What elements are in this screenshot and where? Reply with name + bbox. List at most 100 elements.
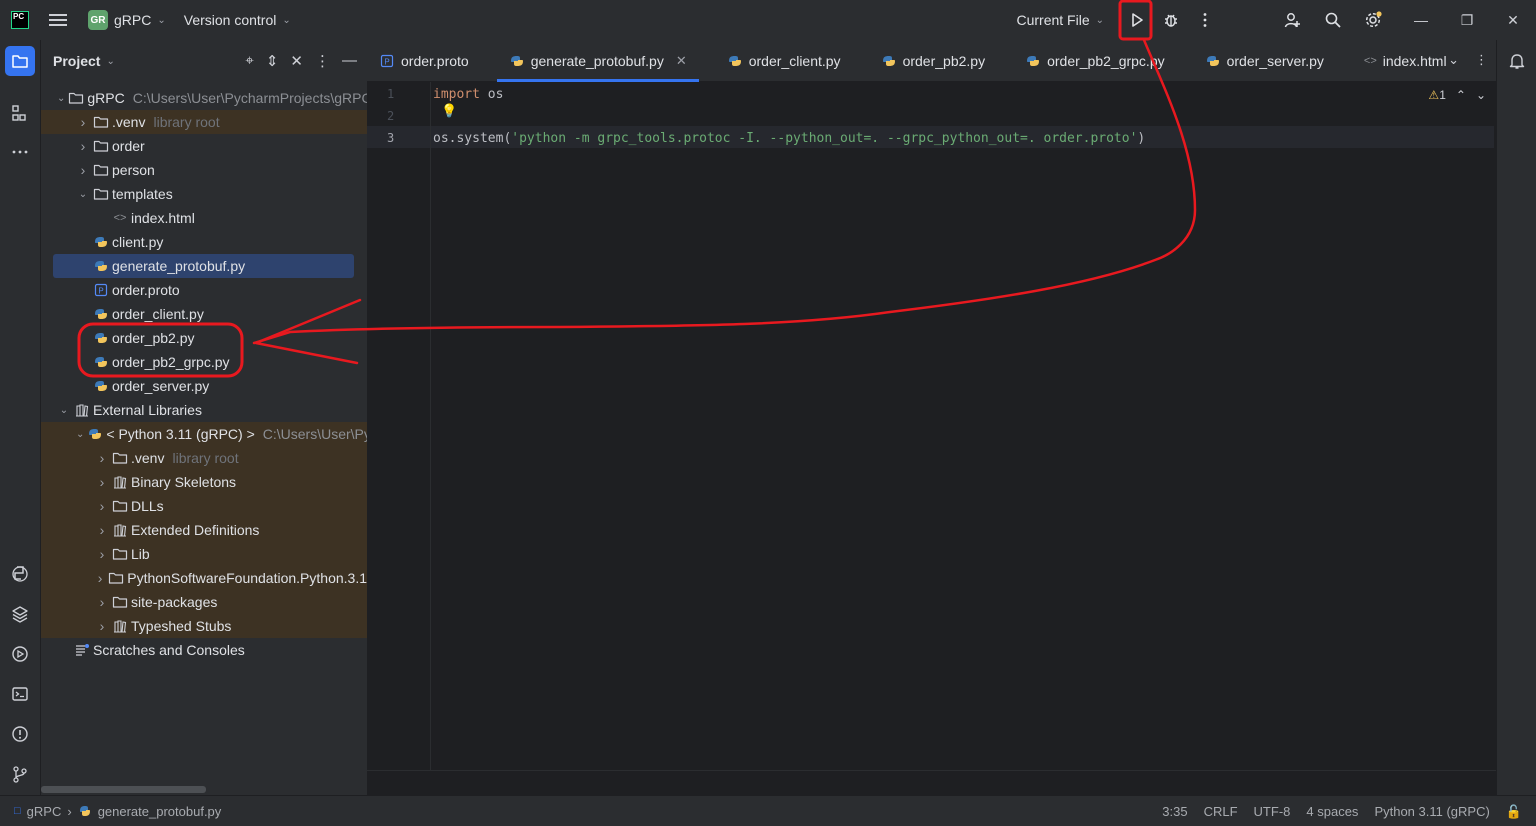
tree-item[interactable]: › Binary Skeletons [41,470,367,494]
git-tool-button[interactable] [5,759,35,789]
hide-panel-icon[interactable]: — [342,52,357,70]
chevron-right-icon[interactable]: › [95,474,109,490]
problems-tool-button[interactable] [5,719,35,749]
services-tool-button[interactable] [5,639,35,669]
horizontal-scrollbar[interactable] [41,786,206,793]
chevron-right-icon[interactable]: › [95,546,109,562]
close-window-button[interactable]: ✕ [1490,0,1536,40]
main-menu-icon[interactable] [49,14,67,26]
tree-item[interactable]: ⌄ External Libraries [41,398,367,422]
tree-item[interactable]: ⌄ gRPC C:\Users\User\PycharmProjects\gRPC [41,86,367,110]
editor-tab[interactable]: order_server.py [1193,40,1336,82]
python-packages-button[interactable] [5,599,35,629]
close-tab-icon[interactable]: ✕ [676,53,687,69]
tree-item[interactable]: ⌄ templates [41,182,367,206]
run-button[interactable] [1120,3,1154,37]
chevron-down-icon[interactable]: ⌄ [1448,52,1459,68]
tree-item[interactable]: order_pb2_grpc.py [41,350,367,374]
lock-icon[interactable]: 🔓 [1506,804,1522,820]
more-icon[interactable]: ⋮ [1475,52,1488,68]
chevron-right-icon[interactable]: › [95,522,109,538]
tree-item[interactable]: order_pb2.py [41,326,367,350]
project-switcher[interactable]: GR gRPC ⌄ [88,10,166,30]
tree-item[interactable]: Scratches and Consoles [41,638,367,662]
caret-position[interactable]: 3:35 [1162,804,1187,819]
locate-file-icon[interactable]: ⌖ [245,52,253,70]
expand-collapse-icon[interactable]: ⇕ [266,52,279,70]
debug-button[interactable] [1154,3,1188,37]
terminal-tool-button[interactable] [5,679,35,709]
tree-item[interactable]: › Lib [41,542,367,566]
chevron-right-icon[interactable]: › [95,450,109,466]
chevron-right-icon[interactable]: › [95,618,109,634]
more-actions-button[interactable] [1188,3,1222,37]
debug-icon [1165,14,1177,27]
options-icon[interactable]: ⋮ [315,52,330,70]
tree-item[interactable]: › .venv library root [41,110,367,134]
pycharm-logo-icon[interactable]: PC [11,11,29,29]
python-interpreter[interactable]: Python 3.11 (gRPC) [1374,804,1489,819]
tree-item[interactable]: client.py [41,230,367,254]
chevron-down-icon[interactable]: ⌄ [57,93,65,104]
lightbulb-icon[interactable]: 💡 [441,104,457,119]
ide-settings-button[interactable] [1356,3,1390,37]
chevron-up-icon[interactable]: ⌃ [1456,88,1466,102]
collapse-all-icon[interactable]: ✕ [290,52,303,70]
chevron-down-icon[interactable]: ⌄ [76,189,90,200]
minimize-button[interactable]: — [1398,0,1444,40]
run-configuration-selector[interactable]: Current File ⌄ [1016,12,1104,28]
tree-item[interactable]: › Extended Definitions [41,518,367,542]
editor-tab[interactable]: Porder.proto [367,40,481,82]
chevron-right-icon[interactable]: › [95,570,105,586]
editor-tab[interactable]: generate_protobuf.py ✕ [496,40,699,82]
code-editor[interactable]: 1 2 3 import os 💡 os.system('python -m g… [367,82,1496,770]
tree-item[interactable]: › .venv library root [41,446,367,470]
breadcrumb-file[interactable]: generate_protobuf.py [98,804,222,819]
indent-setting[interactable]: 4 spaces [1306,804,1358,819]
version-control-label: Version control [183,12,277,28]
chevron-right-icon[interactable]: › [76,114,90,130]
tree-item[interactable]: › person [41,158,367,182]
chevron-right-icon[interactable]: › [95,594,109,610]
tree-item[interactable]: › site-packages [41,590,367,614]
editor-tab[interactable]: <> index.html [1352,40,1459,82]
tree-item[interactable]: <> index.html [41,206,367,230]
python-packages-tool-button[interactable] [5,559,35,589]
chevron-right-icon[interactable]: › [95,498,109,514]
editor-tab[interactable]: order_client.py [715,40,853,82]
tree-item[interactable]: order_server.py [41,374,367,398]
editor-tab[interactable]: order_pb2.py [869,40,998,82]
chevron-right-icon[interactable]: › [76,138,90,154]
chevron-down-icon[interactable]: ⌄ [106,56,114,67]
more-tool-windows-button[interactable] [5,137,35,167]
project-tool-button[interactable] [5,46,35,76]
breadcrumb-project[interactable]: gRPC [27,804,62,819]
inspection-widget[interactable]: ⚠1 ⌃ ⌄ [1428,88,1486,102]
project-tree[interactable]: ⌄ gRPC C:\Users\User\PycharmProjects\gRPC ›… [41,86,367,662]
chevron-down-icon[interactable]: ⌄ [1476,88,1486,102]
notifications-button[interactable] [1502,46,1532,76]
tree-item[interactable]: generate_protobuf.py [53,254,354,278]
project-panel-title[interactable]: Project [53,53,100,69]
tree-item[interactable]: › DLLs [41,494,367,518]
tree-item[interactable]: › PythonSoftwareFoundation.Python.3.1 [41,566,367,590]
chevron-down-icon[interactable]: ⌄ [57,405,71,416]
search-everywhere-button[interactable] [1316,3,1350,37]
tree-item[interactable]: › Typeshed Stubs [41,614,367,638]
file-encoding[interactable]: UTF-8 [1254,804,1291,819]
tree-item[interactable]: Porder.proto [41,278,367,302]
tree-item[interactable]: ⌄ < Python 3.11 (gRPC) > C:\Users\User\Py [41,422,367,446]
structure-tool-button[interactable] [5,98,35,128]
tree-item[interactable]: order_client.py [41,302,367,326]
tree-item[interactable]: › order [41,134,367,158]
chevron-right-icon[interactable]: › [76,162,90,178]
code-with-me-button[interactable] [1276,3,1310,37]
version-control-menu[interactable]: Version control ⌄ [184,12,291,28]
editor-gutter[interactable]: 1 2 3 [367,82,431,770]
line-separator[interactable]: CRLF [1204,804,1238,819]
chevron-down-icon[interactable]: ⌄ [76,429,84,440]
code-line[interactable]: import os [433,87,503,102]
code-line[interactable]: os.system('python -m grpc_tools.protoc -… [433,131,1145,146]
editor-tab[interactable]: order_pb2_grpc.py [1013,40,1177,82]
restore-button[interactable]: ❐ [1444,0,1490,40]
